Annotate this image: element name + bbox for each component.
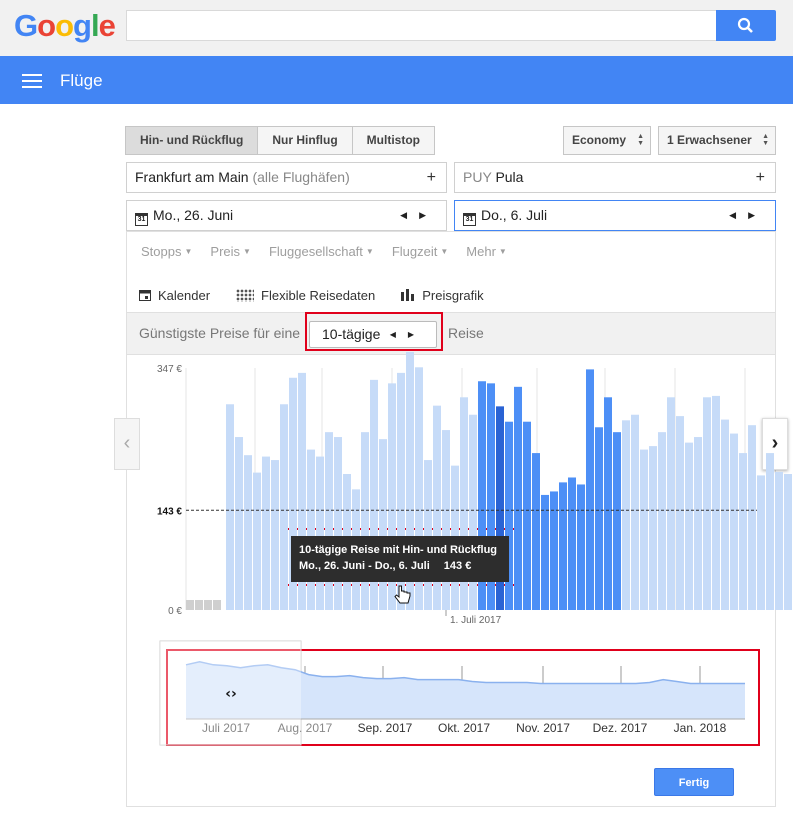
tab-calendar[interactable]: Kalender bbox=[139, 284, 210, 306]
hand-cursor-icon bbox=[394, 585, 411, 604]
tooltip-title: 10-tägige Reise mit Hin- und Rückflug bbox=[299, 544, 498, 556]
trip-type-group: Hin- und Rückflug Nur Hinflug Multistop bbox=[125, 126, 435, 155]
cabin-class-label: Economy bbox=[572, 133, 627, 147]
dropdown-caret-icon: ▼ bbox=[243, 247, 251, 256]
calendar-icon: 31 bbox=[463, 213, 476, 226]
logo-letter: o bbox=[37, 8, 56, 43]
updown-arrows-icon: ▲ ▼ bbox=[762, 133, 769, 147]
filter-label: Stopps bbox=[141, 244, 182, 259]
duration-prefix: Günstigste Preise für eine bbox=[139, 325, 301, 341]
passengers-label: 1 Erwachsener bbox=[667, 133, 752, 147]
duration-suffix: Reise bbox=[448, 325, 484, 341]
chevron-left-icon: ‹ bbox=[123, 432, 131, 454]
logo-letter: o bbox=[55, 8, 74, 43]
price-tooltip: 10-tägige Reise mit Hin- und Rückflug Mo… bbox=[291, 536, 509, 582]
top-bar: Google bbox=[0, 0, 793, 56]
destination-code: PUY bbox=[463, 169, 492, 185]
highlight-duration bbox=[305, 312, 443, 351]
filter-bar: Stopps ▼ Preis ▼ Fluggesellschaft ▼ Flugzeit ▼ M… bbox=[141, 244, 507, 259]
updown-arrows-icon: ▲ ▼ bbox=[637, 133, 644, 147]
google-logo[interactable]: Google bbox=[14, 8, 116, 44]
logo-letter: l bbox=[90, 8, 100, 43]
multi-city-button[interactable]: Multistop bbox=[351, 126, 435, 155]
date-stepper-arrows-icon[interactable]: ◀▶ bbox=[400, 201, 438, 230]
calendar-icon bbox=[139, 290, 151, 301]
next-button[interactable]: › bbox=[762, 418, 788, 470]
filter-label: Mehr bbox=[466, 244, 496, 259]
previous-button[interactable]: ‹ bbox=[114, 418, 140, 470]
chevron-right-icon: › bbox=[771, 432, 779, 454]
tab-calendar-label: Kalender bbox=[158, 287, 211, 303]
tab-flexible-label: Flexible Reisedaten bbox=[261, 287, 376, 303]
filter-3[interactable]: Flugzeit ▼ bbox=[392, 244, 448, 259]
cabin-class-select[interactable]: Economy ▲ ▼ bbox=[563, 126, 651, 155]
highlight-overview bbox=[166, 649, 760, 746]
passengers-select[interactable]: 1 Erwachsener ▲ ▼ bbox=[658, 126, 776, 155]
calendar-icon: 31 bbox=[135, 213, 148, 226]
filter-1[interactable]: Preis ▼ bbox=[210, 244, 251, 259]
tooltip-price: 143 € bbox=[443, 560, 472, 572]
dropdown-caret-icon: ▼ bbox=[498, 247, 507, 256]
tooltip-dates: Mo., 26. Juni - Do., 6. Juli bbox=[299, 560, 430, 572]
app-bar: Flüge bbox=[0, 56, 793, 104]
tooltip-detail: Mo., 26. Juni - Do., 6. Juli 143 € bbox=[299, 558, 501, 574]
filter-label: Flugzeit bbox=[391, 244, 438, 259]
dropdown-caret-icon: ▼ bbox=[184, 247, 193, 256]
date-stepper-arrows-icon[interactable]: ◀▶ bbox=[729, 201, 767, 230]
price-bar bbox=[784, 474, 792, 610]
logo-letter: e bbox=[98, 8, 116, 43]
one-way-button[interactable]: Nur Hinflug bbox=[257, 126, 353, 155]
tab-price-chart[interactable]: Preisgrafik bbox=[391, 284, 495, 314]
menu-icon[interactable] bbox=[22, 74, 42, 88]
destination-name: Pula bbox=[495, 169, 524, 185]
search-input[interactable] bbox=[126, 10, 716, 41]
return-date-field[interactable]: 31 Do., 6. Juli ◀▶ bbox=[454, 200, 776, 231]
done-button[interactable]: Fertig bbox=[654, 768, 734, 796]
destination-field[interactable]: PUY Pula + bbox=[454, 162, 776, 193]
departure-date: Mo., 26. Juni bbox=[153, 207, 234, 223]
app-title: Flüge bbox=[60, 71, 103, 90]
price-bar bbox=[775, 471, 783, 610]
grid-icon bbox=[236, 288, 255, 302]
search-icon bbox=[737, 17, 753, 33]
filter-label: Fluggesellschaft bbox=[268, 244, 363, 259]
tab-price-chart-label: Preisgrafik bbox=[422, 287, 484, 303]
departure-date-field[interactable]: 31 Mo., 26. Juni ◀▶ bbox=[126, 200, 447, 231]
origin-suffix: (alle Flughäfen) bbox=[252, 169, 350, 185]
logo-letter: G bbox=[14, 8, 38, 43]
dropdown-caret-icon: ▼ bbox=[365, 247, 374, 256]
add-destination-icon[interactable]: + bbox=[756, 163, 765, 192]
filter-0[interactable]: Stopps ▼ bbox=[141, 244, 192, 259]
tab-flexible-dates[interactable]: Flexible Reisedaten bbox=[236, 284, 375, 306]
bar-chart-icon bbox=[401, 289, 415, 301]
origin-field[interactable]: Frankfurt am Main (alle Flughäfen) + bbox=[126, 162, 447, 193]
origin-name: Frankfurt am Main bbox=[135, 169, 249, 185]
dropdown-caret-icon: ▼ bbox=[440, 247, 449, 256]
duration-bar: Günstigste Preise für eine 10-tägige ◀▶ … bbox=[127, 312, 775, 355]
logo-letter: g bbox=[73, 8, 92, 43]
filter-4[interactable]: Mehr ▼ bbox=[466, 244, 507, 259]
search-button[interactable] bbox=[716, 10, 776, 41]
add-origin-icon[interactable]: + bbox=[427, 163, 436, 192]
filter-2[interactable]: Fluggesellschaft ▼ bbox=[269, 244, 374, 259]
return-date: Do., 6. Juli bbox=[481, 207, 548, 223]
filter-label: Preis bbox=[210, 244, 241, 259]
round-trip-button[interactable]: Hin- und Rückflug bbox=[125, 126, 259, 155]
view-tabs: Kalender Flexible Reisedaten Preisgrafik bbox=[139, 284, 495, 314]
